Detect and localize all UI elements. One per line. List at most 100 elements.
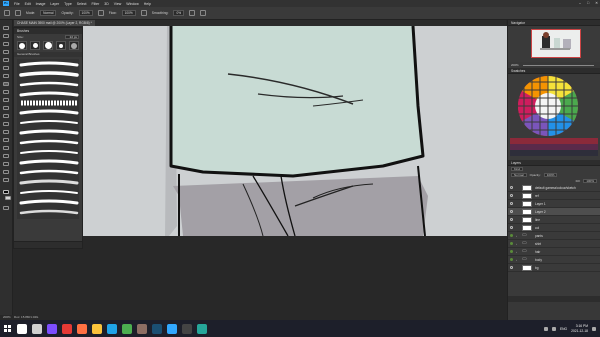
menu-3d[interactable]: 3D (104, 2, 108, 6)
home-icon[interactable] (4, 10, 10, 16)
document-canvas[interactable] (83, 26, 507, 236)
visibility-eye-icon[interactable] (510, 202, 513, 205)
quick-mask-icon[interactable] (3, 206, 9, 210)
visibility-eye-icon[interactable] (510, 266, 513, 269)
chrome-icon[interactable] (121, 323, 132, 334)
layer-blend-mode[interactable]: Normal (511, 173, 527, 177)
layer-row[interactable]: col (508, 224, 600, 232)
gear-icon[interactable] (189, 10, 196, 16)
layer-row[interactable]: Layer 2 (508, 208, 600, 216)
eyedropper-tool-icon[interactable] (3, 66, 9, 70)
mode-select[interactable]: Normal (40, 10, 57, 16)
quick-select-tool-icon[interactable] (3, 50, 9, 54)
visibility-eye-icon[interactable] (510, 258, 513, 261)
navigator-zoom-slider[interactable] (522, 64, 594, 66)
layer-row[interactable]: line (508, 216, 600, 224)
file-explorer-icon[interactable] (91, 323, 102, 334)
notifications-icon[interactable] (592, 326, 596, 331)
visibility-eye-icon[interactable] (510, 226, 513, 229)
start-button[interactable] (0, 320, 14, 337)
menu-select[interactable]: Select (77, 2, 87, 6)
brush-tip-preset[interactable] (56, 41, 66, 50)
maximize-button[interactable]: □ (587, 0, 589, 7)
chevron-right-icon[interactable]: › (516, 234, 519, 238)
language-indicator[interactable]: ENG (560, 327, 567, 331)
brush-stroke-list[interactable] (17, 59, 79, 219)
layer-kind-filter[interactable]: Kind (511, 167, 524, 171)
chevron-right-icon[interactable]: › (516, 250, 519, 254)
menu-view[interactable]: View (114, 2, 122, 6)
layer-row[interactable]: › ▭ body (508, 256, 600, 264)
smoothing-field[interactable]: 0% (173, 10, 185, 16)
minimize-button[interactable]: – (579, 0, 581, 7)
menu-type[interactable]: Type (64, 2, 72, 6)
volume-icon[interactable] (551, 326, 556, 331)
visibility-eye-icon[interactable] (510, 250, 513, 253)
healing-tool-icon[interactable] (3, 74, 9, 78)
swatches-panel[interactable] (508, 74, 600, 160)
menu-window[interactable]: Window (126, 2, 138, 6)
visibility-eye-icon[interactable] (510, 210, 513, 213)
menu-layer[interactable]: Layer (50, 2, 59, 6)
background-color-swatch[interactable] (5, 196, 11, 200)
visibility-eye-icon[interactable] (510, 234, 513, 237)
crop-tool-icon[interactable] (3, 58, 9, 62)
brush-size-field[interactable]: 22 px (65, 34, 79, 39)
steam-icon[interactable] (151, 323, 162, 334)
blur-tool-icon[interactable] (3, 122, 9, 126)
layer-row[interactable]: › ▭ shirt (508, 240, 600, 248)
close-button[interactable]: ✕ (595, 0, 598, 7)
stamp-tool-icon[interactable] (3, 90, 9, 94)
task-view-icon[interactable] (31, 323, 42, 334)
hand-tool-icon[interactable] (3, 170, 9, 174)
shape-tool-icon[interactable] (3, 162, 9, 166)
marquee-tool-icon[interactable] (3, 34, 9, 38)
photoshop-icon[interactable] (166, 323, 177, 334)
brush-tool-icon[interactable] (15, 10, 21, 16)
brush-tip-preset[interactable] (30, 41, 40, 50)
move-tool-icon[interactable] (3, 26, 9, 30)
pen-tool-icon[interactable] (3, 138, 9, 142)
app-icon-5[interactable] (181, 323, 192, 334)
type-tool-icon[interactable] (3, 146, 9, 150)
app-icon-3[interactable] (76, 323, 87, 334)
visibility-eye-icon[interactable] (510, 194, 513, 197)
visibility-eye-icon[interactable] (510, 186, 513, 189)
dodge-tool-icon[interactable] (3, 130, 9, 134)
menu-file[interactable]: File (14, 2, 20, 6)
app-icon-1[interactable] (46, 323, 57, 334)
opacity-field[interactable]: 100% (78, 10, 93, 16)
brush-tool-icon[interactable] (3, 82, 9, 86)
brush-tip-preset[interactable] (17, 41, 27, 50)
edge-icon[interactable] (106, 323, 117, 334)
brush-tip-preset[interactable] (69, 41, 79, 50)
brush-group-label[interactable]: General Brushes (14, 52, 82, 57)
pressure-opacity-icon[interactable] (97, 10, 104, 16)
clock[interactable]: 3:16 PM 2021-12-18 (571, 324, 588, 333)
app-icon-6[interactable] (196, 323, 207, 334)
layer-row[interactable]: bg (508, 264, 600, 272)
app-icon-4[interactable] (136, 323, 147, 334)
layer-row[interactable]: › ▭ hair (508, 248, 600, 256)
layer-row[interactable]: Layer 1 (508, 200, 600, 208)
brush-tip-preset[interactable] (43, 41, 53, 50)
symmetry-icon[interactable] (200, 10, 207, 16)
layer-row[interactable]: ref (508, 192, 600, 200)
flow-field[interactable]: 100% (121, 10, 136, 16)
app-icon-2[interactable] (61, 323, 72, 334)
chevron-right-icon[interactable]: › (516, 242, 519, 246)
navigator-zoom-value[interactable]: 200% (511, 63, 519, 67)
gradient-tool-icon[interactable] (3, 114, 9, 118)
network-icon[interactable] (543, 326, 548, 331)
visibility-eye-icon[interactable] (510, 242, 513, 245)
history-brush-icon[interactable] (3, 98, 9, 102)
visibility-eye-icon[interactable] (510, 218, 513, 221)
zoom-tool-icon[interactable] (3, 178, 9, 182)
airbrush-icon[interactable] (140, 10, 147, 16)
path-select-icon[interactable] (3, 154, 9, 158)
menu-image[interactable]: Image (36, 2, 46, 6)
eraser-tool-icon[interactable] (3, 106, 9, 110)
lasso-tool-icon[interactable] (3, 42, 9, 46)
layer-fill-field[interactable]: 100% (583, 179, 597, 183)
menu-filter[interactable]: Filter (92, 2, 100, 6)
